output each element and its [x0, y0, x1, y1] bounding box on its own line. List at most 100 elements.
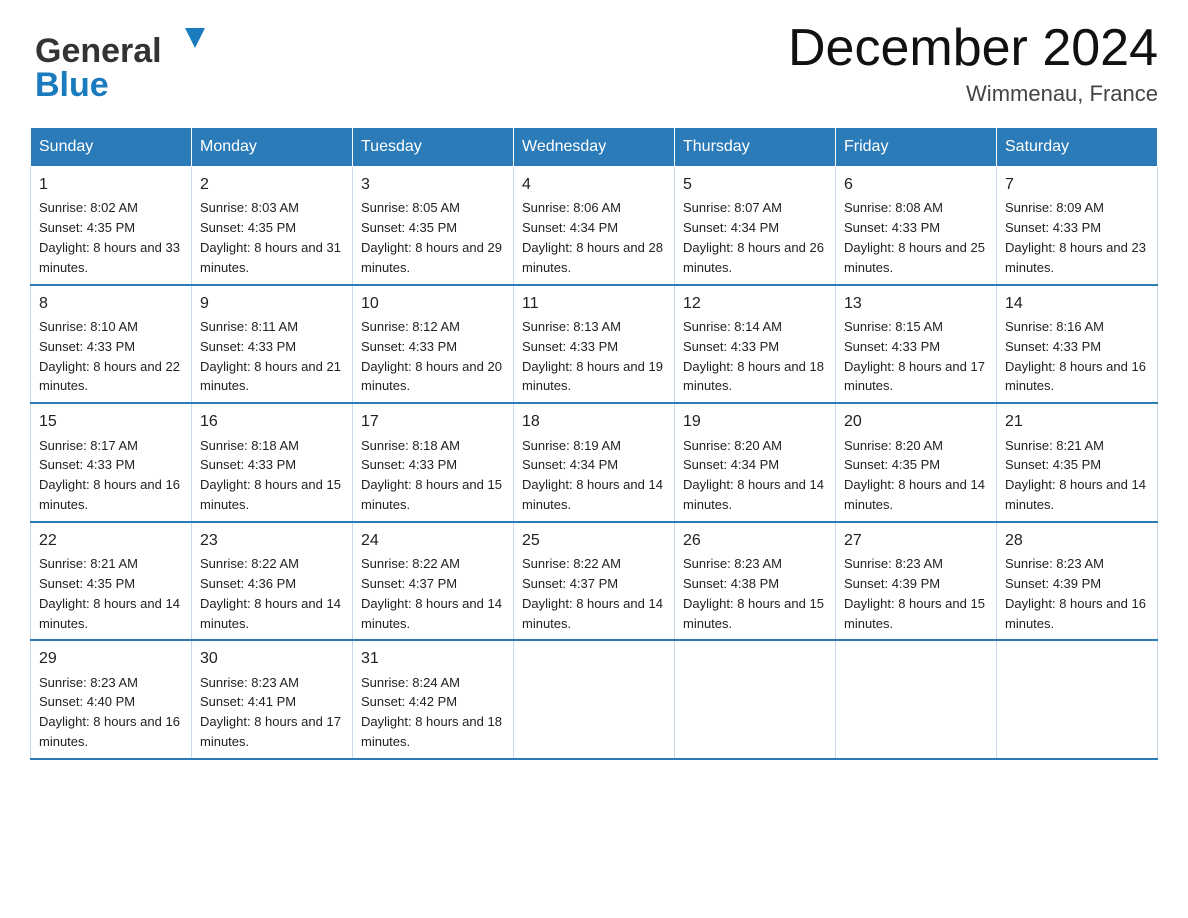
day-number: 19 — [683, 410, 827, 433]
day-info: Sunrise: 8:14 AMSunset: 4:33 PMDaylight:… — [683, 319, 824, 394]
calendar-day-cell: 25 Sunrise: 8:22 AMSunset: 4:37 PMDayligh… — [514, 522, 675, 641]
calendar-day-cell: 31 Sunrise: 8:24 AMSunset: 4:42 PMDayligh… — [353, 640, 514, 759]
day-info: Sunrise: 8:23 AMSunset: 4:39 PMDaylight:… — [1005, 556, 1146, 631]
day-number: 28 — [1005, 529, 1149, 552]
calendar-day-cell: 3 Sunrise: 8:05 AMSunset: 4:35 PMDaylight… — [353, 167, 514, 285]
header-thursday: Thursday — [675, 128, 836, 167]
logo-image: General Blue — [30, 20, 215, 105]
day-number: 9 — [200, 292, 344, 315]
day-info: Sunrise: 8:02 AMSunset: 4:35 PMDaylight:… — [39, 200, 180, 275]
day-info: Sunrise: 8:22 AMSunset: 4:36 PMDaylight:… — [200, 556, 341, 631]
day-info: Sunrise: 8:22 AMSunset: 4:37 PMDaylight:… — [361, 556, 502, 631]
calendar-header: Sunday Monday Tuesday Wednesday Thursday… — [31, 128, 1158, 167]
day-info: Sunrise: 8:11 AMSunset: 4:33 PMDaylight:… — [200, 319, 341, 394]
calendar-day-cell: 15 Sunrise: 8:17 AMSunset: 4:33 PMDayligh… — [31, 403, 192, 522]
day-number: 3 — [361, 173, 505, 196]
calendar-week-row: 8 Sunrise: 8:10 AMSunset: 4:33 PMDaylight… — [31, 285, 1158, 404]
calendar-title: December 2024 — [788, 20, 1158, 77]
calendar-day-cell: 17Sunrise: 8:18 AMSunset: 4:33 PMDayligh… — [353, 403, 514, 522]
calendar-day-cell — [997, 640, 1158, 759]
day-info: Sunrise: 8:21 AMSunset: 4:35 PMDaylight:… — [39, 556, 180, 631]
header-row: Sunday Monday Tuesday Wednesday Thursday… — [31, 128, 1158, 167]
calendar-week-row: 15 Sunrise: 8:17 AMSunset: 4:33 PMDayligh… — [31, 403, 1158, 522]
header-sunday: Sunday — [31, 128, 192, 167]
calendar-subtitle: Wimmenau, France — [788, 81, 1158, 107]
day-number: 24 — [361, 529, 505, 552]
calendar-week-row: 29 Sunrise: 8:23 AMSunset: 4:40 PMDayligh… — [31, 640, 1158, 759]
day-number: 27 — [844, 529, 988, 552]
calendar-day-cell: 29 Sunrise: 8:23 AMSunset: 4:40 PMDayligh… — [31, 640, 192, 759]
calendar-day-cell: 13 Sunrise: 8:15 AMSunset: 4:33 PMDayligh… — [836, 285, 997, 404]
calendar-day-cell: 19 Sunrise: 8:20 AMSunset: 4:34 PMDayligh… — [675, 403, 836, 522]
svg-text:General: General — [35, 32, 162, 70]
calendar-day-cell: 14 Sunrise: 8:16 AMSunset: 4:33 PMDayligh… — [997, 285, 1158, 404]
calendar-day-cell: 12 Sunrise: 8:14 AMSunset: 4:33 PMDayligh… — [675, 285, 836, 404]
day-info: Sunrise: 8:15 AMSunset: 4:33 PMDaylight:… — [844, 319, 985, 394]
day-info: Sunrise: 8:22 AMSunset: 4:37 PMDaylight:… — [522, 556, 663, 631]
day-info: Sunrise: 8:23 AMSunset: 4:39 PMDaylight:… — [844, 556, 985, 631]
calendar-day-cell: 5Sunrise: 8:07 AMSunset: 4:34 PMDaylight… — [675, 167, 836, 285]
day-info: Sunrise: 8:18 AMSunset: 4:33 PMDaylight:… — [200, 438, 341, 513]
day-number: 1 — [39, 173, 183, 196]
day-info: Sunrise: 8:23 AMSunset: 4:40 PMDaylight:… — [39, 675, 180, 750]
svg-text:Blue: Blue — [35, 66, 109, 104]
calendar-day-cell: 21 Sunrise: 8:21 AMSunset: 4:35 PMDayligh… — [997, 403, 1158, 522]
day-number: 15 — [39, 410, 183, 433]
day-info: Sunrise: 8:12 AMSunset: 4:33 PMDaylight:… — [361, 319, 502, 394]
calendar-day-cell: 8 Sunrise: 8:10 AMSunset: 4:33 PMDaylight… — [31, 285, 192, 404]
calendar-week-row: 22 Sunrise: 8:21 AMSunset: 4:35 PMDayligh… — [31, 522, 1158, 641]
header-wednesday: Wednesday — [514, 128, 675, 167]
day-number: 10 — [361, 292, 505, 315]
calendar-day-cell: 28 Sunrise: 8:23 AMSunset: 4:39 PMDayligh… — [997, 522, 1158, 641]
calendar-day-cell: 18Sunrise: 8:19 AMSunset: 4:34 PMDayligh… — [514, 403, 675, 522]
calendar-day-cell: 7Sunrise: 8:09 AMSunset: 4:33 PMDaylight… — [997, 167, 1158, 285]
day-number: 29 — [39, 647, 183, 670]
day-number: 23 — [200, 529, 344, 552]
day-info: Sunrise: 8:21 AMSunset: 4:35 PMDaylight:… — [1005, 438, 1146, 513]
day-number: 30 — [200, 647, 344, 670]
calendar-body: 1 Sunrise: 8:02 AMSunset: 4:35 PMDaylight… — [31, 167, 1158, 759]
calendar-day-cell: 6 Sunrise: 8:08 AMSunset: 4:33 PMDaylight… — [836, 167, 997, 285]
day-number: 11 — [522, 292, 666, 315]
calendar-day-cell: 16 Sunrise: 8:18 AMSunset: 4:33 PMDayligh… — [192, 403, 353, 522]
calendar-day-cell: 30Sunrise: 8:23 AMSunset: 4:41 PMDayligh… — [192, 640, 353, 759]
day-info: Sunrise: 8:18 AMSunset: 4:33 PMDaylight:… — [361, 438, 502, 513]
day-info: Sunrise: 8:06 AMSunset: 4:34 PMDaylight:… — [522, 200, 663, 275]
day-info: Sunrise: 8:20 AMSunset: 4:34 PMDaylight:… — [683, 438, 824, 513]
day-info: Sunrise: 8:16 AMSunset: 4:33 PMDaylight:… — [1005, 319, 1146, 394]
day-info: Sunrise: 8:24 AMSunset: 4:42 PMDaylight:… — [361, 675, 502, 750]
calendar-day-cell: 26Sunrise: 8:23 AMSunset: 4:38 PMDayligh… — [675, 522, 836, 641]
day-number: 6 — [844, 173, 988, 196]
day-number: 14 — [1005, 292, 1149, 315]
day-info: Sunrise: 8:05 AMSunset: 4:35 PMDaylight:… — [361, 200, 502, 275]
day-number: 16 — [200, 410, 344, 433]
page-header: General Blue December 2024 Wimmenau, Fra… — [30, 20, 1158, 107]
day-number: 7 — [1005, 173, 1149, 196]
calendar-day-cell: 1 Sunrise: 8:02 AMSunset: 4:35 PMDaylight… — [31, 167, 192, 285]
header-monday: Monday — [192, 128, 353, 167]
calendar-day-cell: 9 Sunrise: 8:11 AMSunset: 4:33 PMDaylight… — [192, 285, 353, 404]
day-number: 12 — [683, 292, 827, 315]
day-number: 4 — [522, 173, 666, 196]
day-info: Sunrise: 8:08 AMSunset: 4:33 PMDaylight:… — [844, 200, 985, 275]
day-number: 21 — [1005, 410, 1149, 433]
day-number: 8 — [39, 292, 183, 315]
calendar-day-cell — [836, 640, 997, 759]
day-number: 13 — [844, 292, 988, 315]
header-saturday: Saturday — [997, 128, 1158, 167]
day-number: 25 — [522, 529, 666, 552]
day-info: Sunrise: 8:10 AMSunset: 4:33 PMDaylight:… — [39, 319, 180, 394]
calendar-day-cell: 24 Sunrise: 8:22 AMSunset: 4:37 PMDayligh… — [353, 522, 514, 641]
day-info: Sunrise: 8:03 AMSunset: 4:35 PMDaylight:… — [200, 200, 341, 275]
day-number: 31 — [361, 647, 505, 670]
calendar-day-cell — [675, 640, 836, 759]
header-friday: Friday — [836, 128, 997, 167]
day-info: Sunrise: 8:17 AMSunset: 4:33 PMDaylight:… — [39, 438, 180, 513]
day-info: Sunrise: 8:23 AMSunset: 4:38 PMDaylight:… — [683, 556, 824, 631]
day-number: 22 — [39, 529, 183, 552]
day-number: 2 — [200, 173, 344, 196]
calendar-table: Sunday Monday Tuesday Wednesday Thursday… — [30, 127, 1158, 760]
day-info: Sunrise: 8:19 AMSunset: 4:34 PMDaylight:… — [522, 438, 663, 513]
calendar-day-cell: 10 Sunrise: 8:12 AMSunset: 4:33 PMDayligh… — [353, 285, 514, 404]
calendar-day-cell: 20Sunrise: 8:20 AMSunset: 4:35 PMDayligh… — [836, 403, 997, 522]
